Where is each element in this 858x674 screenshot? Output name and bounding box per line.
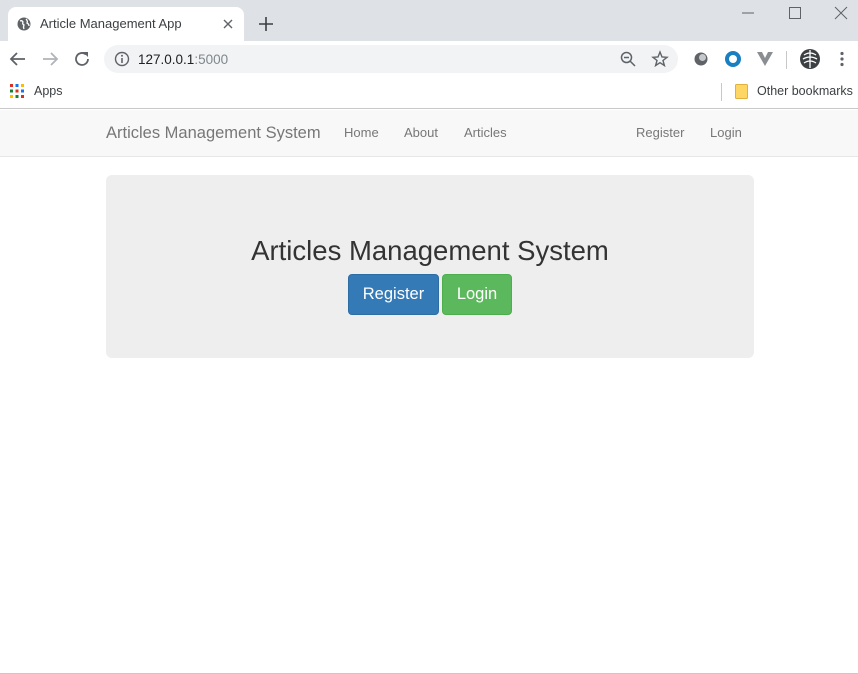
other-bookmarks[interactable]: Other bookmarks (757, 84, 853, 98)
info-icon[interactable] (114, 51, 130, 67)
apps-bookmark[interactable]: Apps (34, 84, 63, 98)
plus-icon[interactable] (257, 15, 275, 33)
browser-toolbar: 127.0.0.1:5000 (0, 41, 858, 77)
window-close-icon[interactable] (834, 6, 848, 20)
extension-blue-ring-icon[interactable] (724, 50, 742, 68)
browser-tabstrip: Article Management App (0, 0, 858, 41)
folder-icon[interactable] (735, 84, 748, 99)
back-arrow-icon[interactable] (9, 50, 27, 68)
nav-link-register[interactable]: Register (636, 125, 684, 140)
globe-icon (17, 17, 31, 31)
bookmarks-divider (721, 83, 722, 101)
close-icon[interactable] (220, 16, 236, 32)
url-host: 127.0.0.1 (138, 52, 195, 67)
extension-v-shape-icon[interactable] (756, 50, 774, 68)
url-text[interactable]: 127.0.0.1:5000 (138, 52, 228, 67)
star-icon[interactable] (651, 50, 669, 68)
maximize-icon[interactable] (788, 6, 802, 20)
jumbotron: Articles Management System Register Logi… (106, 175, 754, 358)
url-port: :5000 (194, 52, 229, 67)
zoom-out-icon[interactable] (619, 50, 637, 68)
nav-link-articles[interactable]: Articles (464, 125, 507, 140)
register-button[interactable]: Register (348, 274, 439, 315)
bookmarks-bar: Apps Other bookmarks (0, 77, 858, 109)
reload-icon[interactable] (73, 50, 91, 68)
profile-avatar-icon[interactable] (799, 48, 821, 70)
navbar-brand[interactable]: Articles Management System (106, 124, 321, 143)
tab-title: Article Management App (40, 16, 182, 31)
kebab-menu-icon[interactable] (833, 50, 851, 68)
nav-link-about[interactable]: About (404, 125, 438, 140)
extension-dark-circle-icon[interactable] (692, 50, 710, 68)
login-button[interactable]: Login (442, 274, 512, 315)
minimize-icon[interactable] (741, 6, 755, 20)
apps-grid-icon[interactable] (10, 84, 24, 98)
nav-link-login[interactable]: Login (710, 125, 742, 140)
toolbar-divider (786, 51, 787, 69)
nav-link-home[interactable]: Home (344, 125, 379, 140)
site-navbar: Articles Management System Home About Ar… (0, 110, 858, 157)
forward-arrow-icon[interactable] (41, 50, 59, 68)
address-bar[interactable]: 127.0.0.1:5000 (104, 45, 678, 73)
jumbotron-title: Articles Management System (251, 235, 609, 266)
browser-tab-active[interactable]: Article Management App (8, 7, 244, 41)
